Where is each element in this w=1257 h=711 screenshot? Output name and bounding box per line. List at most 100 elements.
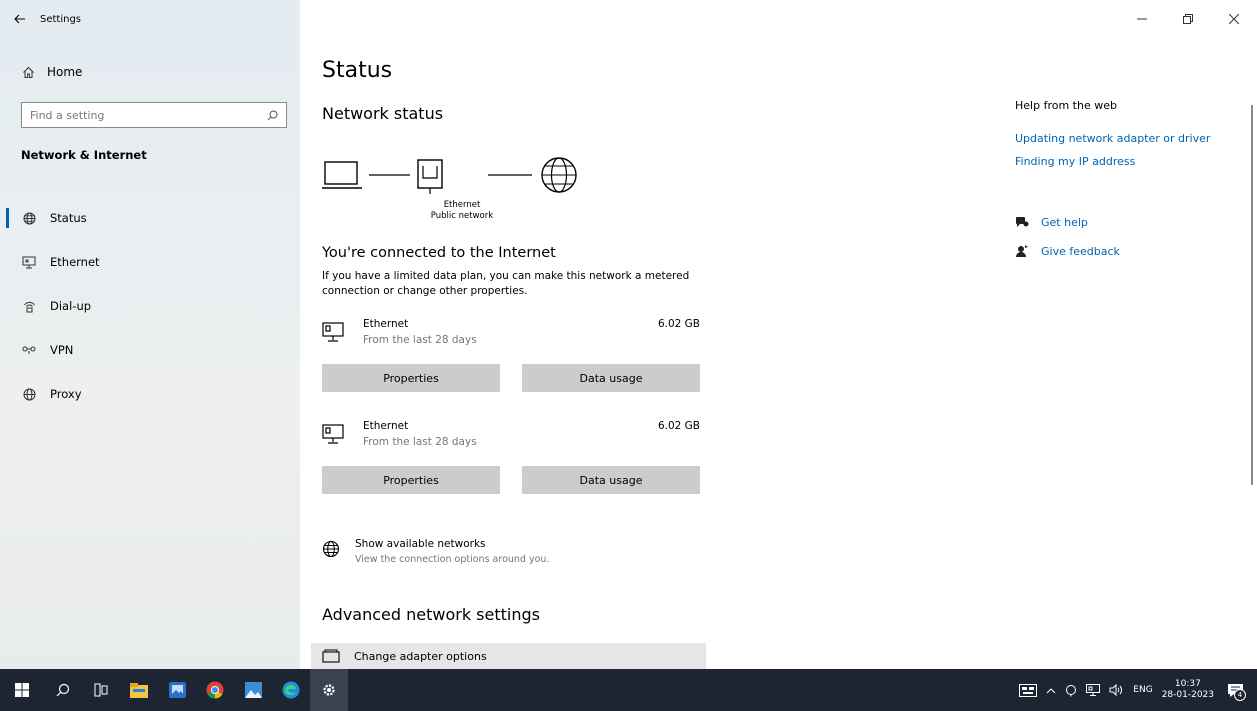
data-usage-button[interactable]: Data usage [522,364,700,392]
link-finding-ip[interactable]: Finding my IP address [1015,155,1135,168]
link-updating-adapter[interactable]: Updating network adapter or driver [1015,132,1210,145]
adapter-name: Ethernet [363,318,409,330]
section-title: Network & Internet [21,148,147,162]
properties-button[interactable]: Properties [322,466,500,494]
restore-icon [1183,14,1193,24]
title-bar: Settings [0,0,300,38]
chrome-button[interactable] [196,669,234,711]
sidebar-nav: Status Ethernet Dial-up VPN Proxy [0,196,300,416]
network-ethernet-icon[interactable] [1086,684,1101,696]
sidebar-item-label: Ethernet [50,255,100,269]
network-status-heading: Network status [322,104,444,123]
task-view-icon [94,683,108,697]
sidebar-item-label: Proxy [50,387,82,401]
show-networks-subtitle: View the connection options around you. [355,554,550,565]
search-input[interactable]: Find a setting [21,102,287,128]
diagram-network-type: Public network [430,211,494,221]
home-label: Home [47,65,83,79]
notification-button[interactable]: 4 [1223,678,1247,702]
windows-logo-icon [15,683,29,697]
internet-globe-icon [541,157,577,193]
vpn-icon [22,343,36,357]
taskbar-search-button[interactable] [44,669,82,711]
maps-app-button[interactable] [234,669,272,711]
adapter-buttons: Properties Data usage [322,364,700,392]
sidebar-item-vpn[interactable]: VPN [0,328,300,372]
laptop-icon [322,161,362,189]
back-arrow-icon [14,14,25,24]
clock-date: 28-01-2023 [1161,690,1214,700]
close-button[interactable] [1211,0,1257,38]
back-button[interactable] [0,0,40,38]
globe-icon [322,540,340,558]
minimize-icon [1137,18,1147,20]
data-usage-button[interactable]: Data usage [522,466,700,494]
ethernet-icon [322,424,344,444]
sidebar: Settings Home Find a setting Network & I… [0,0,300,669]
show-available-networks[interactable]: Show available networks View the connect… [322,538,712,572]
edge-button[interactable] [272,669,310,711]
adapter-subtitle: From the last 28 days [363,436,477,448]
diagram-label: Ethernet Public network [422,200,502,222]
language-indicator[interactable]: ENG [1133,685,1152,695]
taskbar: ENG 10:37 28-01-2023 4 [0,669,1257,711]
sidebar-item-dial-up[interactable]: Dial-up [0,284,300,328]
advanced-settings-heading: Advanced network settings [322,605,540,624]
sidebar-item-status[interactable]: Status [0,196,300,240]
minimize-button[interactable] [1119,0,1165,38]
page-title: Status [322,58,393,83]
adapter-name: Ethernet [363,420,409,432]
properties-button[interactable]: Properties [322,364,500,392]
keyboard-icon[interactable] [1019,683,1038,697]
settings-taskbar-button[interactable] [310,669,348,711]
gear-icon [323,684,335,696]
sidebar-item-label: VPN [50,343,74,357]
clock[interactable]: 10:37 28-01-2023 [1162,679,1214,701]
sidebar-item-label: Dial-up [50,299,92,313]
maximize-button[interactable] [1165,0,1211,38]
adapter-subtitle: From the last 28 days [363,334,477,346]
help-title: Help from the web [1015,99,1117,112]
ethernet-icon [322,322,344,342]
change-adapter-label: Change adapter options [354,649,487,663]
change-adapter-options[interactable]: Change adapter options [311,643,706,669]
start-button[interactable] [0,669,44,711]
diagram-adapter-name: Ethernet [443,200,481,210]
task-view-button[interactable] [82,669,120,711]
file-explorer-button[interactable] [120,669,158,711]
connection-description: If you have a limited data plan, you can… [322,270,690,297]
chrome-icon [206,681,224,699]
get-help-link[interactable]: Get help [1015,216,1088,229]
notification-count: 4 [1234,689,1246,701]
photos-app-button[interactable] [158,669,196,711]
adapter-row: Ethernet From the last 28 days 6.02 GB [322,318,700,354]
image-app-icon [244,682,262,698]
close-icon [1229,14,1239,24]
chat-help-icon [1016,217,1029,227]
adapter-row: Ethernet From the last 28 days 6.02 GB [322,420,700,456]
volume-icon[interactable] [1109,684,1124,696]
app-title: Settings [40,13,82,25]
chevron-up-icon[interactable] [1046,687,1056,694]
photos-icon [168,682,186,698]
onedrive-meet-icon[interactable] [1065,684,1077,697]
sidebar-item-proxy[interactable]: Proxy [0,372,300,416]
home-nav-item[interactable]: Home [22,60,82,84]
give-feedback-link[interactable]: Give feedback [1015,244,1120,258]
ethernet-adapter-icon [417,159,443,194]
search-placeholder: Find a setting [30,108,105,122]
get-help-label: Get help [1041,216,1088,229]
give-feedback-label: Give feedback [1041,244,1120,258]
show-networks-title: Show available networks [355,538,486,550]
sidebar-item-ethernet[interactable]: Ethernet [0,240,300,284]
dial-up-icon [22,299,36,313]
home-icon [23,66,34,78]
scrollbar[interactable] [1251,105,1253,485]
edge-icon [282,681,300,699]
adapter-usage: 6.02 GB [657,420,700,432]
search-icon [56,683,70,697]
ethernet-icon [22,255,36,269]
connected-heading: You're connected to the Internet [322,245,556,261]
clock-time: 10:37 [1174,679,1201,689]
adapter-usage: 6.02 GB [657,318,700,330]
